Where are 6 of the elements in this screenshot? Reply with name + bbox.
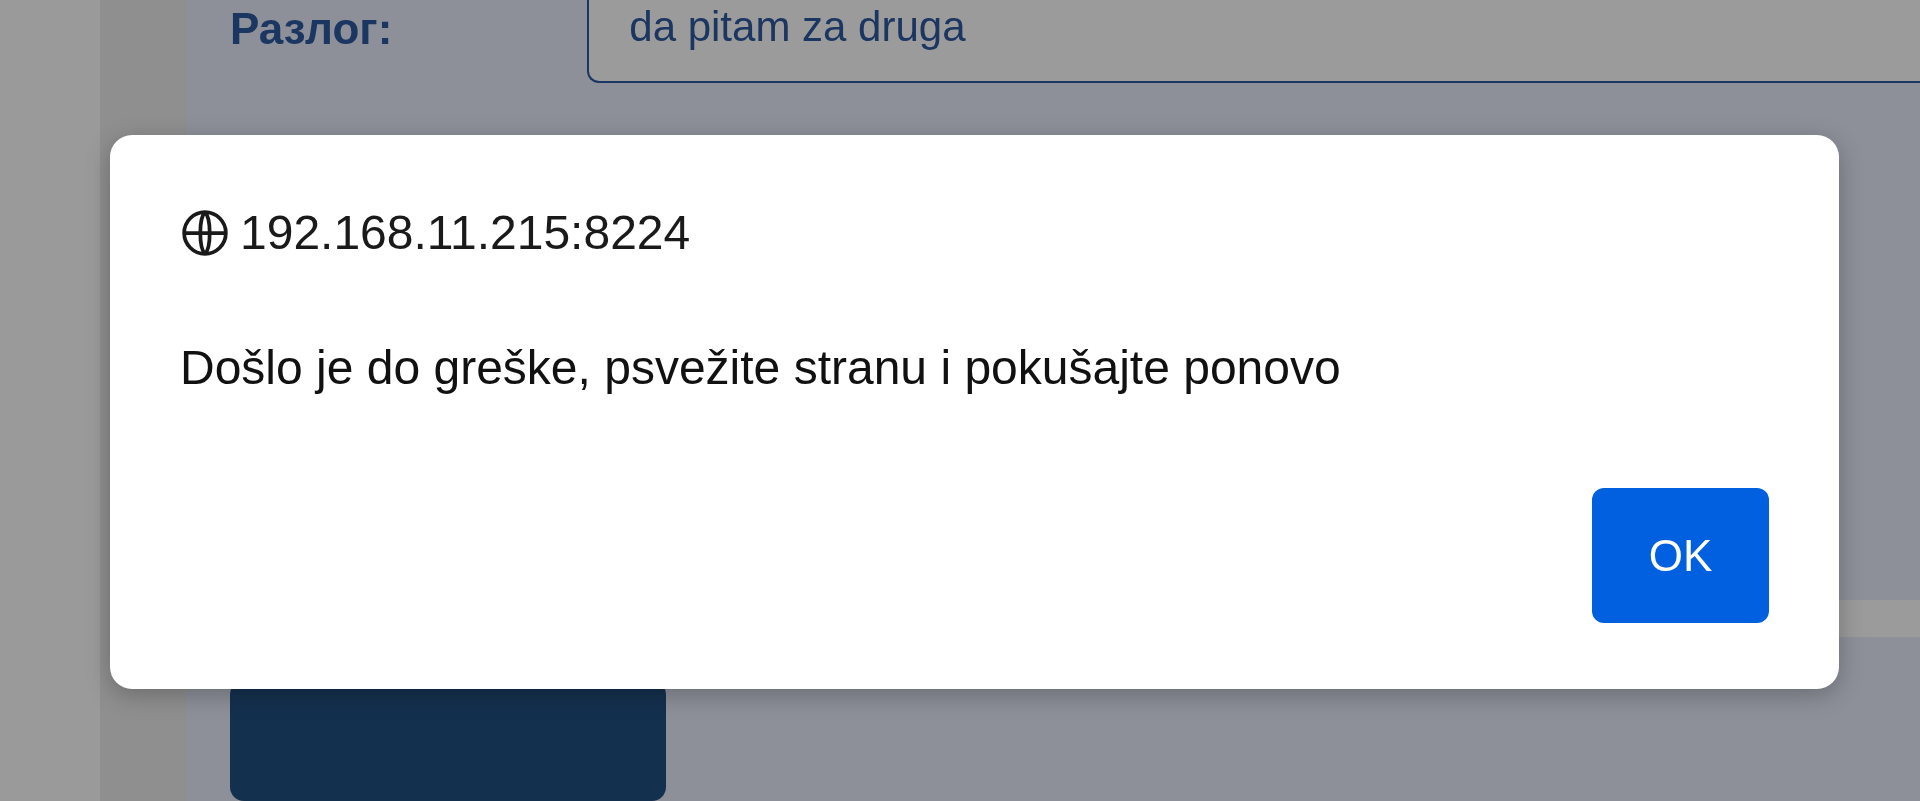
field-label: Разлог:	[230, 4, 393, 56]
reason-field[interactable]: da pitam za druga	[587, 0, 1920, 83]
globe-icon	[180, 207, 230, 258]
dialog-origin: 192.168.11.215:8224	[240, 205, 691, 260]
dialog-message: Došlo je do greške, psvežite stranu i pokušajte ponovo	[180, 340, 1342, 395]
ok-button[interactable]: OK	[1592, 488, 1769, 623]
